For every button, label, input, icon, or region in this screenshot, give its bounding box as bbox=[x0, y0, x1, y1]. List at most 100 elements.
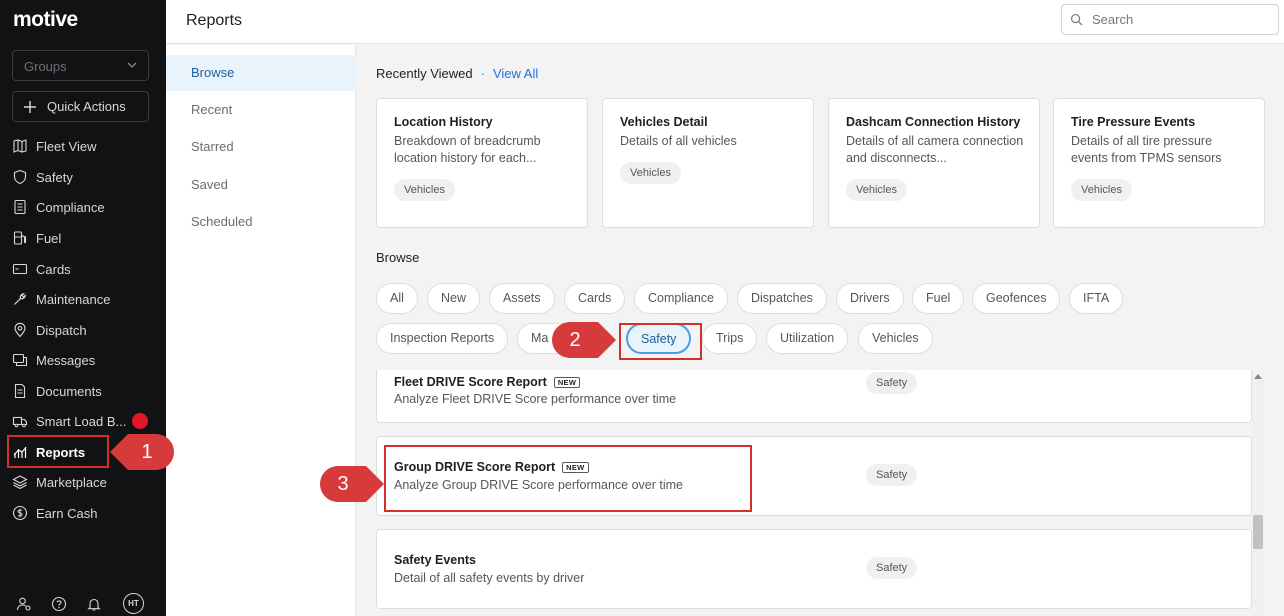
category-tag: Safety bbox=[866, 464, 918, 486]
sidebar-item-smart-load[interactable]: Smart Load B... bbox=[12, 409, 126, 433]
sidebar-item-label: Compliance bbox=[36, 199, 105, 215]
category-tag: Vehicles bbox=[1071, 179, 1132, 201]
step-1-callout: 1 bbox=[141, 440, 153, 463]
category-tag: Vehicles bbox=[846, 179, 907, 201]
search-icon bbox=[1070, 13, 1083, 26]
logo-text: motive bbox=[13, 8, 78, 31]
sidebar-item-label: Earn Cash bbox=[36, 505, 98, 521]
avatar[interactable]: HT bbox=[123, 593, 144, 614]
truck-icon bbox=[12, 416, 28, 428]
chip-vehicles[interactable]: Vehicles bbox=[858, 323, 933, 354]
chip-all[interactable]: All bbox=[376, 283, 418, 314]
highlight-group-drive-score-report bbox=[384, 445, 752, 512]
sidebar-item-messages[interactable]: Messages bbox=[12, 348, 95, 372]
chip-cards[interactable]: Cards bbox=[564, 283, 626, 314]
report-title: Fleet DRIVE Score Report NEW bbox=[394, 375, 581, 389]
search-input[interactable] bbox=[1092, 12, 1262, 27]
recent-card-vehicles-detail[interactable]: Vehicles Detail Details of all vehicles … bbox=[602, 98, 814, 228]
report-description: Detail of all safety events by driver bbox=[394, 571, 585, 585]
card-description: Breakdown of breadcrumb location history… bbox=[394, 134, 541, 165]
card-title: Location History bbox=[394, 115, 493, 129]
sidebar-item-label: Smart Load B... bbox=[36, 413, 127, 429]
chip-trips[interactable]: Trips bbox=[702, 323, 758, 354]
fuel-icon bbox=[13, 231, 27, 245]
category-tag: Safety bbox=[866, 372, 918, 394]
search-box[interactable] bbox=[1061, 4, 1279, 35]
scroll-up-arrow-icon[interactable] bbox=[1254, 374, 1262, 379]
sidebar-item-label: Safety bbox=[36, 169, 73, 185]
report-row-safety-events[interactable]: Safety Events Detail of all safety event… bbox=[376, 529, 1252, 609]
browse-heading: Browse bbox=[376, 250, 420, 265]
report-description: Analyze Fleet DRIVE Score performance ov… bbox=[394, 392, 677, 406]
highlight-reports-nav bbox=[7, 435, 109, 468]
sidebar-item-label: Fleet View bbox=[36, 138, 97, 154]
sidebar-item-earn-cash[interactable]: Earn Cash bbox=[12, 501, 97, 525]
layers-icon bbox=[12, 475, 28, 490]
card-title: Dashcam Connection History bbox=[846, 115, 1021, 129]
main-content: Recently Viewed · View All Location Hist… bbox=[356, 45, 1284, 616]
chip-dispatches[interactable]: Dispatches bbox=[737, 283, 827, 314]
notification-dot bbox=[132, 413, 148, 429]
top-header: Reports bbox=[166, 0, 1284, 44]
scrollbar-thumb[interactable] bbox=[1253, 515, 1263, 549]
sidebar-item-dispatch[interactable]: Dispatch bbox=[12, 318, 87, 342]
chip-geofences[interactable]: Geofences bbox=[972, 283, 1061, 314]
category-tag: Vehicles bbox=[394, 179, 455, 201]
recent-card-location-history[interactable]: Location History Breakdown of breadcrumb… bbox=[376, 98, 588, 228]
chip-compliance[interactable]: Compliance bbox=[634, 283, 729, 314]
location-pin-icon bbox=[14, 322, 26, 338]
notifications-button[interactable] bbox=[84, 594, 104, 614]
sidebar-item-maintenance[interactable]: Maintenance bbox=[12, 287, 110, 311]
sidebar-item-label: Maintenance bbox=[36, 291, 111, 307]
sidebar-item-fuel[interactable]: Fuel bbox=[12, 226, 61, 250]
recently-viewed-title: Recently Viewed bbox=[376, 66, 473, 81]
chip-fuel[interactable]: Fuel bbox=[912, 283, 965, 314]
report-row-fleet-drive-score[interactable]: Fleet DRIVE Score Report NEW Analyze Fle… bbox=[376, 370, 1252, 423]
recent-card-tire-pressure-events[interactable]: Tire Pressure Events Details of all tire… bbox=[1053, 98, 1265, 228]
recent-card-dashcam-connection-history[interactable]: Dashcam Connection History Details of al… bbox=[828, 98, 1040, 228]
subnav-starred[interactable]: Starred bbox=[166, 129, 356, 165]
sidebar: motive Groups Quick Actions Fleet View S… bbox=[0, 0, 166, 616]
sidebar-item-safety[interactable]: Safety bbox=[12, 165, 73, 189]
subnav-scheduled[interactable]: Scheduled bbox=[166, 204, 356, 240]
sidebar-item-label: Fuel bbox=[36, 230, 62, 246]
sidebar-item-documents[interactable]: Documents bbox=[12, 379, 102, 403]
shield-icon bbox=[13, 169, 27, 185]
sidebar-item-compliance[interactable]: Compliance bbox=[12, 195, 105, 219]
messages-icon bbox=[12, 353, 28, 367]
user-gear-icon bbox=[16, 597, 31, 611]
chevron-down-icon bbox=[127, 62, 137, 68]
card-title: Tire Pressure Events bbox=[1071, 115, 1196, 129]
new-badge: NEW bbox=[553, 376, 581, 388]
help-button[interactable] bbox=[49, 594, 69, 614]
highlight-safety-chip bbox=[619, 323, 702, 360]
chip-assets[interactable]: Assets bbox=[489, 283, 555, 314]
plus-icon bbox=[24, 100, 36, 113]
subnav-saved[interactable]: Saved bbox=[166, 167, 356, 203]
report-title: Safety Events bbox=[394, 553, 476, 567]
subnav-browse[interactable]: Browse bbox=[166, 55, 356, 91]
motive-logo[interactable]: motive bbox=[13, 8, 78, 32]
card-description: Details of all tire pressure events from… bbox=[1071, 134, 1222, 165]
quick-actions-label: Quick Actions bbox=[47, 99, 126, 114]
report-list-scrollbar[interactable] bbox=[1252, 372, 1264, 616]
chip-drivers[interactable]: Drivers bbox=[836, 283, 904, 314]
dollar-circle-icon bbox=[12, 505, 28, 521]
report-title-text: Fleet DRIVE Score Report bbox=[394, 375, 547, 389]
chip-utilization[interactable]: Utilization bbox=[766, 323, 849, 354]
sidebar-item-fleet-view[interactable]: Fleet View bbox=[12, 134, 96, 158]
sidebar-item-label: Documents bbox=[36, 383, 102, 399]
quick-actions-button[interactable]: Quick Actions bbox=[12, 91, 149, 122]
chip-new[interactable]: New bbox=[427, 283, 481, 314]
sidebar-item-marketplace[interactable]: Marketplace bbox=[12, 470, 107, 494]
view-all-link[interactable]: View All bbox=[493, 66, 538, 81]
subnav-recent[interactable]: Recent bbox=[166, 92, 356, 128]
user-settings-button[interactable] bbox=[14, 594, 34, 614]
groups-select[interactable]: Groups bbox=[12, 50, 149, 81]
sidebar-item-cards[interactable]: Cards bbox=[12, 257, 71, 281]
document-icon bbox=[14, 383, 26, 399]
wrench-icon bbox=[14, 293, 26, 305]
chip-ifta[interactable]: IFTA bbox=[1069, 283, 1124, 314]
chip-inspection-reports[interactable]: Inspection Reports bbox=[376, 323, 509, 354]
step-3-callout: 3 bbox=[337, 472, 349, 495]
